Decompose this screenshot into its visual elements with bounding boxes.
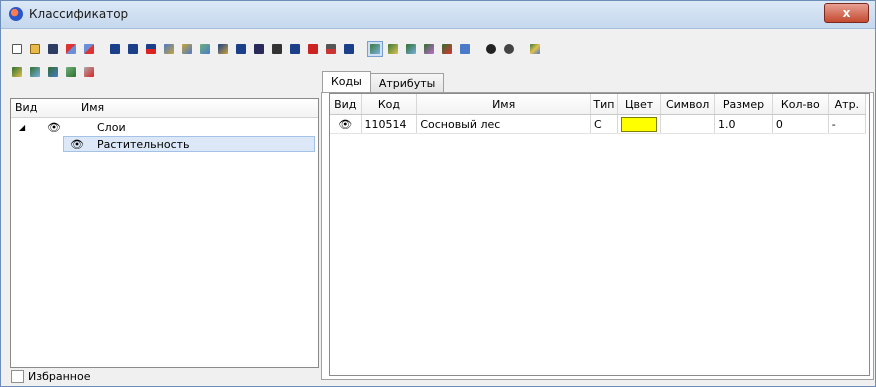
column-icon[interactable] [287, 41, 303, 57]
layers-tree-panel: Вид Имя ◢ 👁 Слои 👁 Растительность [10, 98, 319, 368]
tree-row-label: Растительность [97, 138, 190, 151]
export-icon[interactable] [81, 41, 97, 57]
window-title: Классификатор [29, 7, 129, 21]
col-name-header[interactable]: Имя [77, 99, 311, 117]
tab-codes[interactable]: Коды [322, 71, 371, 94]
table-a-icon[interactable] [107, 41, 123, 57]
header-view[interactable]: Вид [330, 94, 362, 115]
color-swatch[interactable] [620, 116, 657, 132]
cell-count[interactable]: 0 [772, 114, 829, 134]
header-type[interactable]: Тип [590, 94, 618, 115]
tree-row-layers[interactable]: ◢ 👁 Слои [11, 120, 311, 136]
header-symbol[interactable]: Символ [660, 94, 716, 115]
grid-b-icon[interactable] [251, 41, 267, 57]
checkbox-box[interactable] [11, 370, 24, 383]
layer-edit-icon[interactable] [9, 64, 25, 80]
layers-tree-header: Вид Имя [11, 99, 318, 118]
header-name[interactable]: Имя [416, 94, 591, 115]
binoculars-alt-icon[interactable] [501, 41, 517, 57]
header-code[interactable]: Код [361, 94, 418, 115]
cell-color[interactable] [617, 114, 662, 134]
binoculars-icon[interactable] [483, 41, 499, 57]
tab-attributes[interactable]: Атрибуты [369, 73, 445, 93]
eye-icon[interactable]: 👁 [47, 120, 61, 136]
edit-b-icon[interactable] [385, 41, 401, 57]
codes-table: Вид Код Имя Тип Цвет Символ Размер Кол-в… [330, 94, 867, 134]
import-icon[interactable] [63, 41, 79, 57]
table-header-row: Вид Код Имя Тип Цвет Символ Размер Кол-в… [330, 94, 867, 115]
tree-row-vegetation[interactable]: 👁 Растительность [63, 136, 315, 152]
lines-a-icon[interactable] [161, 41, 177, 57]
cell-attr[interactable]: - [828, 114, 867, 134]
app-icon [9, 7, 23, 21]
main-toolbar [9, 41, 543, 61]
cell-size[interactable]: 1.0 [714, 114, 773, 134]
new-file-icon[interactable] [9, 41, 25, 57]
layer-new-icon[interactable] [45, 64, 61, 80]
edit-a-icon[interactable] [367, 41, 383, 57]
z-icon[interactable] [305, 41, 321, 57]
close-button[interactable]: x [824, 3, 869, 23]
table-b-icon[interactable] [125, 41, 141, 57]
cell-name[interactable]: Сосновый лес [416, 114, 591, 134]
favorites-label: Избранное [28, 370, 91, 383]
sort-az-icon[interactable] [323, 41, 339, 57]
cell-symbol[interactable] [660, 114, 716, 134]
cell-type[interactable]: C [590, 114, 618, 134]
ruler-icon[interactable] [457, 41, 473, 57]
layer-toolbar [9, 64, 97, 84]
col-view-header[interactable]: Вид [11, 99, 77, 117]
classifier-window: Классификатор x Вид Имя ◢ 👁 Слои 👁 Расти… [0, 0, 876, 387]
chart-icon[interactable] [527, 41, 543, 57]
layer-fill-icon[interactable] [27, 64, 43, 80]
eye-icon[interactable]: 👁 [70, 137, 84, 153]
save-icon[interactable] [45, 41, 61, 57]
lines-d-icon[interactable] [215, 41, 231, 57]
header-color[interactable]: Цвет [617, 94, 662, 115]
layer-delete-icon[interactable] [81, 64, 97, 80]
header-attr[interactable]: Атр. [828, 94, 867, 115]
favorites-checkbox[interactable]: Избранное [11, 370, 90, 383]
edit-d-icon[interactable] [421, 41, 437, 57]
header-count[interactable]: Кол-во [772, 94, 829, 115]
lines-c-icon[interactable] [197, 41, 213, 57]
title-bar[interactable]: Классификатор x [1, 1, 875, 29]
tree-row-label: Слои [97, 121, 126, 134]
layer-visibility-icon[interactable] [63, 64, 79, 80]
lines-b-icon[interactable] [179, 41, 195, 57]
tree-icon[interactable] [341, 41, 357, 57]
edit-c-icon[interactable] [403, 41, 419, 57]
grid-a-icon[interactable] [233, 41, 249, 57]
tab-bar: Коды Атрибуты [322, 71, 445, 94]
label-icon[interactable] [269, 41, 285, 57]
cell-code[interactable]: 110514 [361, 114, 418, 134]
open-folder-icon[interactable] [27, 41, 43, 57]
expand-triangle-icon[interactable]: ◢ [19, 120, 25, 136]
header-size[interactable]: Размер [714, 94, 773, 115]
codes-table-panel: Вид Код Имя Тип Цвет Символ Размер Кол-в… [329, 93, 870, 376]
table-c-icon[interactable] [143, 41, 159, 57]
edit-e-icon[interactable] [439, 41, 455, 57]
table-row[interactable]: 👁 110514 Сосновый лес C 1.0 0 - [330, 114, 867, 134]
cell-view[interactable]: 👁 [330, 114, 362, 134]
